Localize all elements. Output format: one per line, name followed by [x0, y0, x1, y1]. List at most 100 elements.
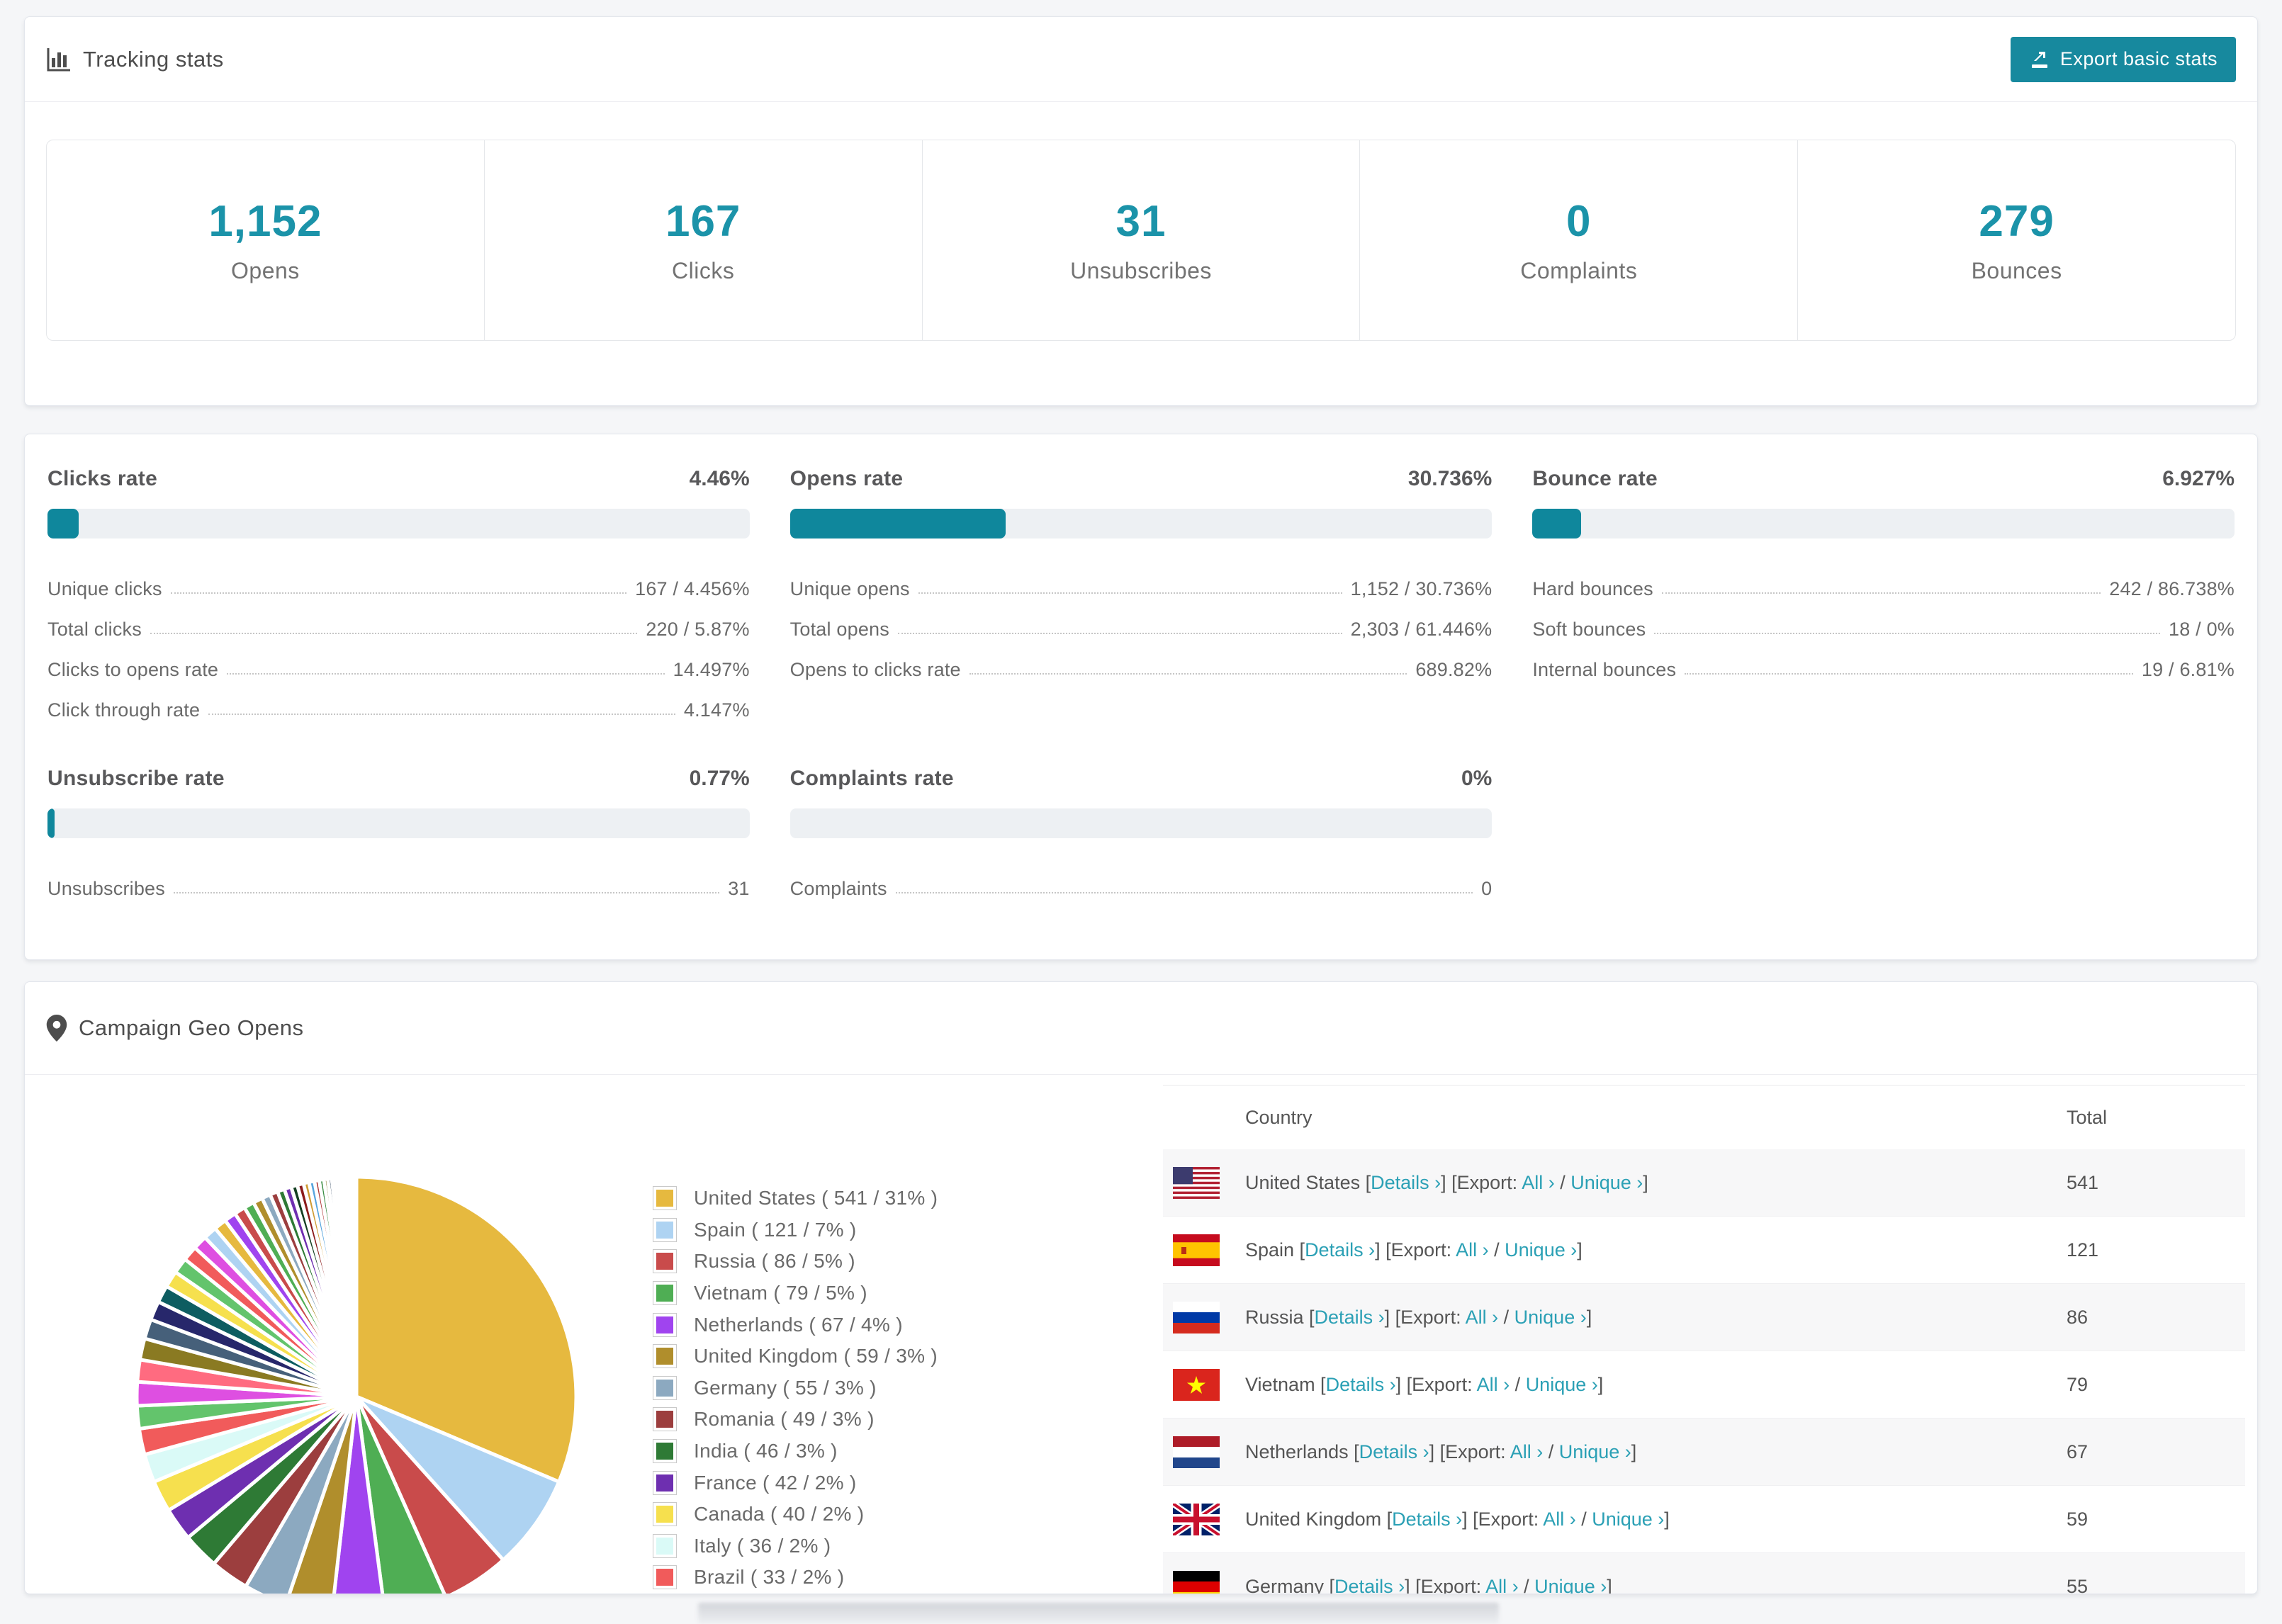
progress-bar-track: [47, 509, 750, 538]
country-cell: Russia [Details ›] [Export: All › / Uniq…: [1245, 1306, 1592, 1328]
geo-export-unique-link-united-kingdom[interactable]: Unique ›: [1592, 1509, 1664, 1530]
geo-details-link-united-kingdom[interactable]: Details ›: [1392, 1509, 1462, 1530]
legend-item-italy[interactable]: Italy ( 36 / 2% ): [653, 1530, 938, 1562]
rate-panel-bounce-rate: Bounce rate 6.927% Hard bounces 242 / 86.73…: [1532, 467, 2235, 721]
horizontal-scrollbar-thumb[interactable]: [698, 1603, 1499, 1624]
geo-details-link-spain[interactable]: Details ›: [1305, 1239, 1375, 1261]
rate-rows: Complaints 0: [790, 859, 1493, 900]
geo-export-unique-link-united-states[interactable]: Unique ›: [1570, 1172, 1643, 1193]
geo-export-unique-link-netherlands[interactable]: Unique ›: [1559, 1441, 1631, 1462]
rate-rows: Hard bounces 242 / 86.738% Soft bounces 18 …: [1532, 560, 2235, 681]
flag-icon-nl: [1173, 1436, 1220, 1468]
legend-item-russia[interactable]: Russia ( 86 / 5% ): [653, 1246, 938, 1278]
legend-label: United States ( 541 / 31% ): [694, 1187, 938, 1209]
legend-label: Brazil ( 33 / 2% ): [694, 1566, 845, 1589]
rate-row-label: Unique clicks: [47, 578, 162, 599]
tracking-stats-header: Tracking stats Export basic stats: [25, 17, 2257, 102]
geo-export-all-link-germany[interactable]: All ›: [1485, 1576, 1519, 1594]
legend-item-netherlands[interactable]: Netherlands ( 67 / 4% ): [653, 1309, 938, 1341]
rate-title: Complaints rate: [789, 767, 954, 790]
legend-swatch: [653, 1407, 677, 1432]
rate-row-label: Unsubscribes: [47, 878, 165, 899]
legend-item-india[interactable]: India ( 46 / 3% ): [653, 1436, 938, 1467]
table-row-russia: Russia [Details ›] [Export: All › / Uniq…: [1163, 1284, 2245, 1351]
legend-item-united-states[interactable]: United States ( 541 / 31% ): [653, 1183, 938, 1214]
total-cell: 86: [2067, 1306, 2089, 1328]
bar-chart-icon: [46, 47, 72, 72]
stat-value: 31: [1115, 197, 1167, 246]
flag-icon-es: [1173, 1234, 1220, 1266]
table-row-united-states: United States [Details ›] [Export: All ›…: [1163, 1149, 2245, 1217]
geo-export-all-link-united-kingdom[interactable]: All ›: [1543, 1509, 1576, 1530]
flag-icon-gb: [1173, 1503, 1220, 1535]
progress-bar-fill: [47, 509, 79, 538]
geo-title: Campaign Geo Opens: [79, 1015, 304, 1040]
stat-card-opens: 1,152 Opens: [47, 140, 485, 340]
legend-swatch: [653, 1375, 677, 1400]
pie-legend: United States ( 541 / 31% ) Spain ( 121 /…: [653, 1183, 938, 1594]
geo-header: Campaign Geo Opens: [25, 982, 2257, 1075]
legend-swatch-color: [656, 1221, 673, 1239]
geo-export-all-link-netherlands[interactable]: All ›: [1510, 1441, 1544, 1462]
geo-export-all-link-vietnam[interactable]: All ›: [1477, 1374, 1510, 1395]
legend-item-canada[interactable]: Canada ( 40 / 2% ): [653, 1499, 938, 1530]
rate-rows: Unique clicks 167 / 4.456% Total clicks 220…: [47, 560, 750, 721]
rate-row-label: Opens to clicks rate: [789, 659, 961, 680]
legend-label: United Kingdom ( 59 / 3% ): [694, 1345, 938, 1368]
tracking-stats-panel: Tracking stats Export basic stats 1,152 O…: [24, 16, 2258, 406]
export-basic-stats-button[interactable]: Export basic stats: [2010, 36, 2236, 82]
legend-swatch: [653, 1312, 677, 1337]
legend-swatch-color: [656, 1285, 673, 1302]
country-cell: United Kingdom [Details ›] [Export: All …: [1245, 1508, 1670, 1530]
geo-export-all-link-spain[interactable]: All ›: [1456, 1239, 1489, 1261]
geo-export-all-link-united-states[interactable]: All ›: [1522, 1172, 1555, 1193]
geo-export-all-link-russia[interactable]: All ›: [1466, 1307, 1499, 1328]
legend-item-romania[interactable]: Romania ( 49 / 3% ): [653, 1404, 938, 1436]
rate-title: Opens rate: [789, 467, 904, 490]
geo-details-link-netherlands[interactable]: Details ›: [1359, 1441, 1429, 1462]
geo-details-link-vietnam[interactable]: Details ›: [1326, 1374, 1396, 1395]
rate-row-value: 19 / 6.81%: [2141, 659, 2235, 680]
geo-details-link-russia[interactable]: Details ›: [1315, 1307, 1385, 1328]
rate-panel-opens-rate: Opens rate 30.736% Unique opens 1,152 / 30.…: [789, 467, 1493, 721]
legend-item-france[interactable]: France ( 42 / 2% ): [653, 1467, 938, 1499]
legend-swatch-color: [656, 1348, 673, 1365]
rate-row-value: 4.147%: [683, 699, 750, 721]
geo-export-unique-link-germany[interactable]: Unique ›: [1534, 1576, 1607, 1594]
legend-label: Spain ( 121 / 7% ): [694, 1218, 857, 1241]
geo-details-link-germany[interactable]: Details ›: [1334, 1576, 1405, 1594]
rate-value: 6.927%: [2162, 467, 2235, 490]
dotted-leader: [895, 892, 1473, 893]
legend-swatch: [653, 1249, 677, 1274]
legend-label: Canada ( 40 / 2% ): [694, 1503, 865, 1526]
geo-country-table: Country Total United States [Details ›] [E…: [1163, 1085, 2245, 1594]
legend-label: India ( 46 / 3% ): [694, 1440, 838, 1462]
rate-row-opens-to-clicks-rate: Opens to clicks rate 689.82%: [790, 641, 1493, 681]
stat-label: Bounces: [1971, 258, 2062, 283]
rate-head: Bounce rate 6.927%: [1532, 467, 2235, 491]
horizontal-scrollbar-track: [0, 1603, 2282, 1624]
legend-swatch: [653, 1186, 677, 1211]
legend-swatch: [653, 1502, 677, 1527]
rate-row-total-clicks: Total clicks 220 / 5.87%: [47, 600, 750, 641]
total-cell: 541: [2067, 1171, 2099, 1193]
geo-export-unique-link-vietnam[interactable]: Unique ›: [1526, 1374, 1598, 1395]
geo-export-unique-link-spain[interactable]: Unique ›: [1505, 1239, 1577, 1261]
rate-head: Unsubscribe rate 0.77%: [47, 767, 750, 791]
legend-item-brazil[interactable]: Brazil ( 33 / 2% ): [653, 1562, 938, 1594]
country-cell: Netherlands [Details ›] [Export: All › /…: [1245, 1440, 1637, 1462]
legend-item-united-kingdom[interactable]: United Kingdom ( 59 / 3% ): [653, 1341, 938, 1372]
legend-swatch: [653, 1217, 677, 1242]
stat-label: Complaints: [1520, 258, 1638, 283]
geo-details-link-united-states[interactable]: Details ›: [1371, 1172, 1441, 1193]
legend-item-germany[interactable]: Germany ( 55 / 3% ): [653, 1372, 938, 1404]
table-row-netherlands: Netherlands [Details ›] [Export: All › /…: [1163, 1419, 2245, 1486]
geo-export-unique-link-russia[interactable]: Unique ›: [1514, 1307, 1587, 1328]
dotted-leader: [227, 673, 665, 675]
legend-item-spain[interactable]: Spain ( 121 / 7% ): [653, 1214, 938, 1246]
progress-bar-track: [1532, 509, 2235, 538]
progress-bar-track: [789, 808, 1493, 838]
stat-label: Opens: [231, 258, 300, 283]
legend-item-vietnam[interactable]: Vietnam ( 79 / 5% ): [653, 1278, 938, 1309]
rate-row-value: 0: [1481, 878, 1493, 899]
